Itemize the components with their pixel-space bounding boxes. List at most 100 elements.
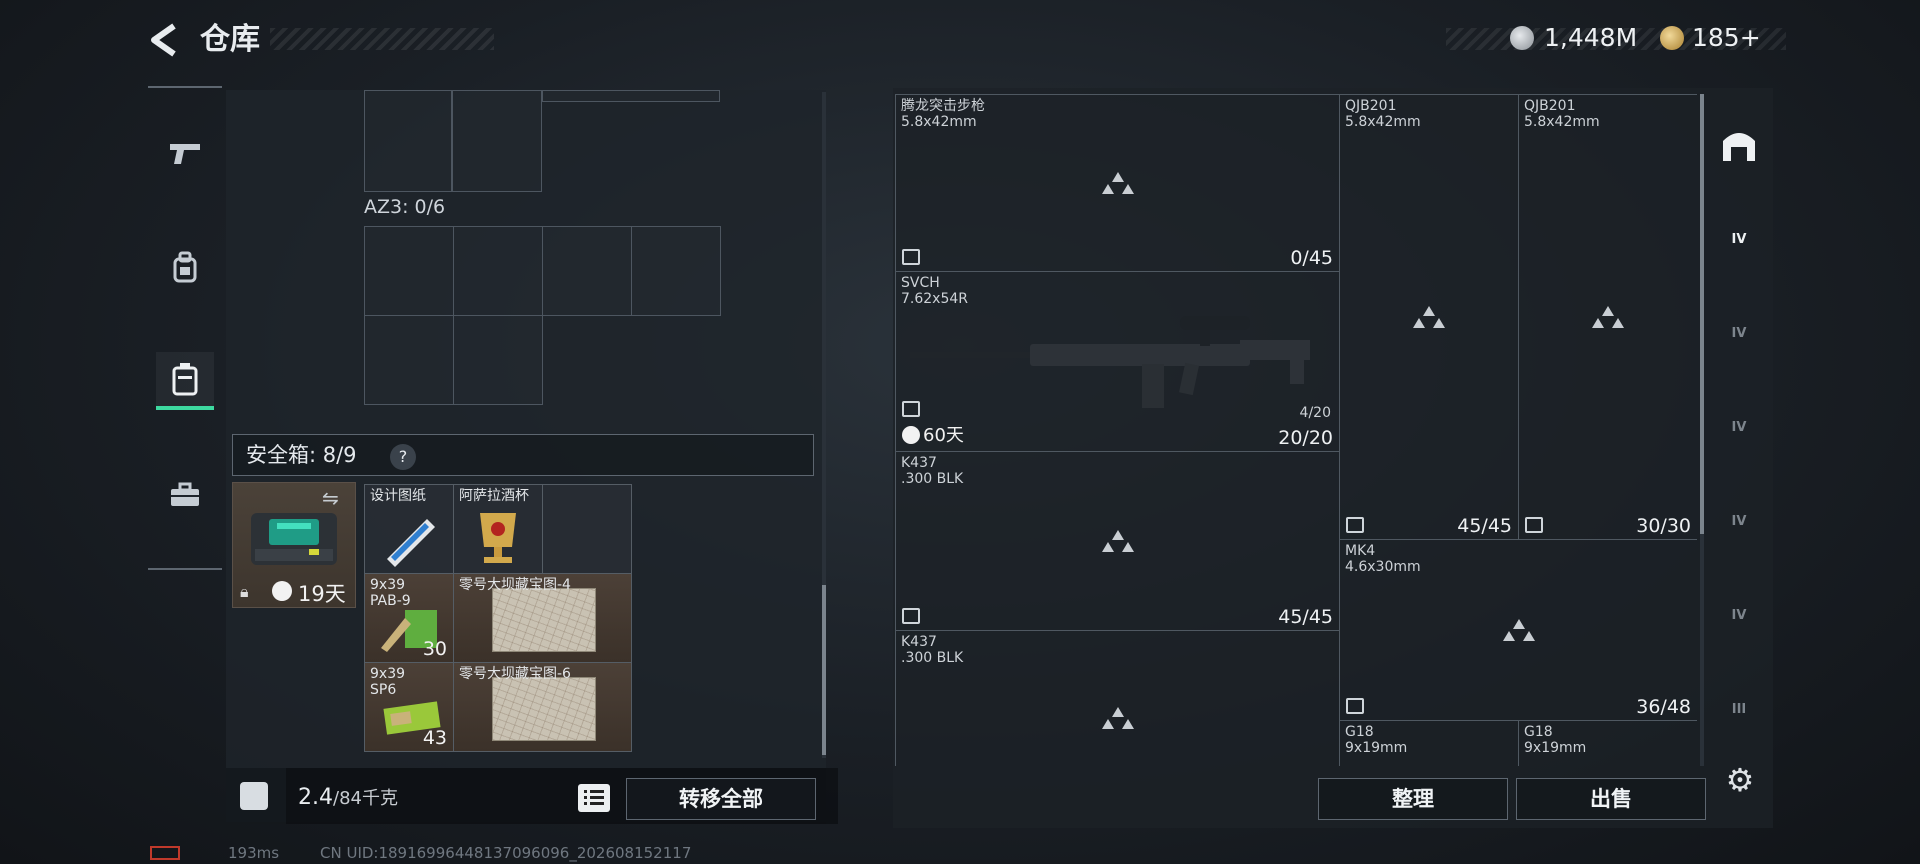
right-scrollbar-thumb[interactable] <box>1700 94 1704 534</box>
weight-icon <box>240 782 268 810</box>
category-nav <box>148 86 222 570</box>
weapon-name: QJB201 5.8x42mm <box>1524 98 1600 130</box>
container-slot[interactable] <box>364 90 452 192</box>
az3-slot[interactable] <box>364 315 454 405</box>
item-ammo-9x39-sp6[interactable]: 9x39 SP6 43 <box>364 662 454 752</box>
map-image <box>492 677 596 741</box>
filter-tier-icon[interactable]: IV <box>1716 592 1762 638</box>
nav-safebox-icon[interactable] <box>156 352 214 410</box>
weapon-name: G18 9x19mm <box>1345 724 1408 756</box>
weapon-tile[interactable]: 腾龙突击步枪 5.8x42mm 0/45 <box>895 94 1340 272</box>
nav-backpack-icon[interactable] <box>156 238 214 296</box>
container-slot[interactable] <box>452 90 542 192</box>
container-slot[interactable] <box>542 90 720 102</box>
item-name: 9x39 SP6 <box>370 666 406 698</box>
ping-readout: 193ms <box>228 844 280 862</box>
weight-value: 2.4 <box>298 785 333 810</box>
weapon-name: G18 9x19mm <box>1524 724 1587 756</box>
placeholder-icon <box>1102 707 1134 729</box>
placeholder-icon <box>1502 619 1535 641</box>
tag-icon <box>902 249 920 265</box>
weapon-tile[interactable]: QJB201 5.8x42mm 45/45 <box>1339 94 1519 540</box>
filter-tier-icon[interactable]: IV <box>1716 310 1762 356</box>
tag-icon <box>1346 698 1364 714</box>
tag-icon <box>1525 517 1543 533</box>
clock-icon <box>272 581 292 601</box>
weapon-tile[interactable]: K437 .300 BLK <box>895 630 1340 766</box>
az3-capacity-label: AZ3: 0/6 <box>364 196 446 218</box>
lock-icon: 🔒︎ <box>240 582 249 601</box>
weapon-tile[interactable]: SVCH 7.62x54R 60天 4/20 20/20 <box>895 271 1340 452</box>
weapon-tile[interactable]: MK4 4.6x30mm 36/48 <box>1339 539 1697 721</box>
gear-icon[interactable]: ⚙ <box>1722 762 1758 798</box>
filter-tier-icon[interactable]: IV <box>1716 216 1762 262</box>
filter-tier-icon[interactable]: IV <box>1716 404 1762 450</box>
item-name: 设计图纸 <box>370 488 426 504</box>
placeholder-icon <box>1592 306 1624 328</box>
rental-days: 60天 <box>923 425 964 446</box>
weapon-name: 腾龙突击步枪 5.8x42mm <box>901 98 985 130</box>
weapon-tile[interactable]: G18 9x19mm <box>1339 720 1519 766</box>
filter-tier-label: IV <box>1731 607 1747 623</box>
filter-tier-icon[interactable]: III <box>1716 686 1762 732</box>
weapon-ammo: 36/48 <box>1636 696 1691 718</box>
item-treasure-map-6[interactable]: 零号大坝藏宝图-6 <box>453 662 632 752</box>
weapon-ammo: 0/45 <box>1290 247 1333 269</box>
az3-slot[interactable] <box>453 226 543 316</box>
gold-balance[interactable]: 185+ <box>1692 22 1761 54</box>
nav-toolbox-icon[interactable] <box>156 466 214 524</box>
tag-icon <box>902 608 920 624</box>
placeholder-icon <box>1101 530 1134 552</box>
empty-slot[interactable] <box>542 484 632 574</box>
az3-slot[interactable] <box>453 315 543 405</box>
weapon-name: QJB201 5.8x42mm <box>1345 98 1421 130</box>
rental-timer: 60天 <box>902 421 964 447</box>
item-treasure-map-4[interactable]: 零号大坝藏宝图-4 <box>453 573 632 663</box>
safebox-capacity-label: 安全箱: 8/9 <box>246 443 357 467</box>
item-design-blueprint[interactable]: 设计图纸 <box>364 484 454 574</box>
weapon-name: MK4 4.6x30mm <box>1345 543 1421 575</box>
weapon-ammo: 45/45 <box>1457 515 1512 537</box>
filter-tier-label: III <box>1731 701 1747 717</box>
item-name: 零号大坝藏宝图-6 <box>459 666 571 682</box>
back-button[interactable] <box>146 20 182 60</box>
weapon-tile[interactable]: G18 9x19mm <box>1518 720 1697 766</box>
silver-balance: 1,448M <box>1544 23 1638 52</box>
weapon-tile[interactable]: QJB201 5.8x42mm 30/30 <box>1518 94 1697 540</box>
filter-tier-icon[interactable]: IV <box>1716 498 1762 544</box>
swap-icon[interactable]: ⇋ <box>322 486 339 510</box>
item-count: 30 <box>422 638 447 660</box>
gold-coin-icon <box>1660 26 1684 50</box>
list-view-icon[interactable] <box>578 784 610 812</box>
weapon-tile[interactable]: K437 .300 BLK 45/45 <box>895 451 1340 631</box>
filter-tier-label: IV <box>1731 325 1747 341</box>
weight-capacity: /84千克 <box>333 788 398 809</box>
placeholder-icon <box>1101 172 1134 194</box>
az3-slot[interactable] <box>364 226 454 316</box>
weapon-name: SVCH 7.62x54R <box>901 275 968 307</box>
tag-icon <box>902 401 920 417</box>
weapon-ammo: 30/30 <box>1636 515 1691 537</box>
item-name: 零号大坝藏宝图-4 <box>459 577 571 593</box>
placeholder-icon <box>1413 306 1445 328</box>
filter-all-icon[interactable] <box>1716 122 1762 168</box>
help-icon[interactable]: ? <box>390 444 416 470</box>
weapon-ammo: 45/45 <box>1278 606 1333 628</box>
item-name: 阿萨拉酒杯 <box>459 488 529 504</box>
az3-slot[interactable] <box>542 226 632 316</box>
sell-button[interactable]: 出售 <box>1516 778 1706 820</box>
weapon-name: K437 .300 BLK <box>901 455 964 487</box>
page-title: 仓库 <box>200 22 260 57</box>
transfer-all-button[interactable]: 转移全部 <box>626 778 816 820</box>
filter-rail: IV IV IV IV IV III <box>1712 94 1766 774</box>
az3-slot[interactable] <box>631 226 721 316</box>
tag-icon <box>1346 517 1364 533</box>
sort-button[interactable]: 整理 <box>1318 778 1508 820</box>
item-ammo-9x39-pab9[interactable]: 9x39 PAB-9 30 <box>364 573 454 663</box>
magazine-count: 4/20 <box>1299 405 1331 421</box>
left-scrollbar-thumb[interactable] <box>822 585 826 755</box>
nav-weapon-pistol-icon[interactable] <box>156 124 214 182</box>
item-asala-goblet[interactable]: 阿萨拉酒杯 <box>453 484 543 574</box>
filter-tier-label: IV <box>1731 513 1747 529</box>
filter-tier-label: IV <box>1731 419 1747 435</box>
